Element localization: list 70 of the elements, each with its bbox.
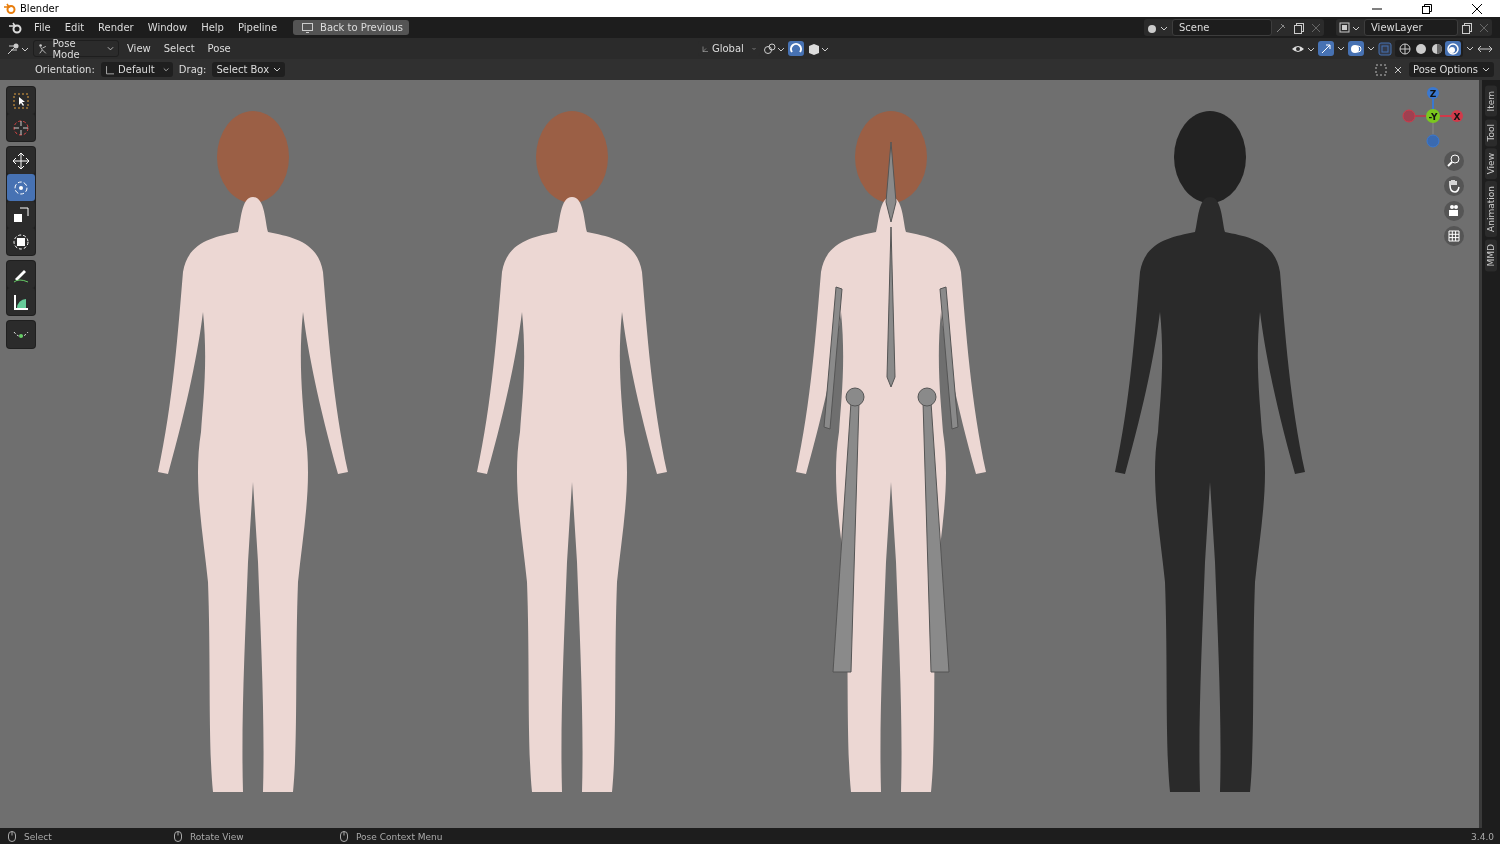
blender-logo-icon [4,3,16,14]
menu-item[interactable]: Render [92,20,140,35]
grid-icon[interactable] [1443,225,1465,247]
window-title: Blender [20,3,59,14]
close-icon[interactable] [1472,3,1482,14]
transform-tool-icon[interactable] [11,231,31,252]
status-hint: Rotate View [190,831,244,842]
snap-target-icon[interactable] [806,41,829,56]
axes-icon [104,63,115,76]
wireframe-shading-icon[interactable] [1399,42,1411,55]
bone-symmetry-icon[interactable] [1375,63,1388,76]
mouse-icon [340,831,348,842]
scale-tool-icon[interactable] [11,204,31,225]
scene-field[interactable]: Scene [1172,19,1272,36]
sidebar-tab[interactable]: Tool [1485,118,1497,146]
caret-icon [1482,66,1490,73]
sidebar-tab[interactable]: MMD [1485,239,1497,272]
caret-icon [107,45,114,52]
pivot-icon[interactable] [762,41,785,56]
menu-item[interactable]: Edit [58,20,91,35]
sidebar-tab[interactable]: Animation [1485,181,1497,238]
maximize-icon[interactable] [1422,3,1432,14]
caret-icon [1367,45,1375,52]
menu-item[interactable]: File [28,20,57,35]
status-hint: Select [24,831,52,842]
view-layer-field[interactable]: ViewLayer [1364,19,1458,36]
version-label: 3.4.0 [1471,831,1494,842]
orientation-dropdown[interactable]: Default [100,62,173,77]
menu-item[interactable]: Pose [202,41,236,56]
duplicate-icon[interactable] [1461,21,1473,34]
drag-label: Drag: [178,64,207,75]
mouse-icon [8,831,16,842]
select-tool-icon[interactable] [11,90,31,111]
orientation-label: Orientation: [35,64,95,75]
pose-icon [38,42,49,55]
mouse-icon [174,831,182,842]
caret-icon [1337,45,1345,52]
mode-dropdown[interactable]: Pose Mode [33,40,119,57]
menu-item[interactable]: Window [141,20,194,35]
menu-item[interactable]: Help [195,20,230,35]
rendered-shading-icon[interactable] [1447,42,1459,55]
status-hint: Pose Context Menu [356,831,443,842]
caret-icon [273,66,282,73]
gizmo-icon[interactable] [1320,42,1332,55]
snap-magnet-icon[interactable] [789,42,802,55]
material-shading-icon[interactable] [1431,42,1443,55]
blender-logo-icon[interactable] [9,21,23,34]
caret-icon [1466,45,1474,52]
caret-icon [751,45,756,52]
drag-dropdown[interactable]: Select Box [212,62,286,77]
view-layer-icon[interactable] [1339,21,1361,34]
sidebar-tab[interactable]: Item [1485,86,1497,117]
sidebar-tab[interactable]: View [1485,148,1497,180]
move-tool-icon[interactable] [11,150,31,171]
screen-icon [302,22,314,33]
solid-shading-icon[interactable] [1415,42,1427,55]
overlays-icon[interactable] [1350,42,1362,55]
menu-item[interactable]: View [122,41,156,56]
navigation-gizmo-drawing[interactable]: Z -Y X [1401,84,1465,148]
camera-icon[interactable] [1443,200,1465,222]
menu-item[interactable]: Pipeline [231,20,284,35]
editor-type-icon[interactable] [6,41,30,56]
zoom-icon[interactable] [1443,150,1465,172]
pose-options-dropdown[interactable]: Pose Options [1409,62,1494,77]
menu-item[interactable]: Select [158,41,200,56]
cursor-tool-icon[interactable] [11,117,31,138]
caret-icon [162,66,169,73]
back-to-previous-button[interactable]: Back to Previous [293,20,410,35]
x-mirror-icon[interactable] [1393,64,1404,75]
duplicate-icon[interactable] [1293,21,1305,34]
